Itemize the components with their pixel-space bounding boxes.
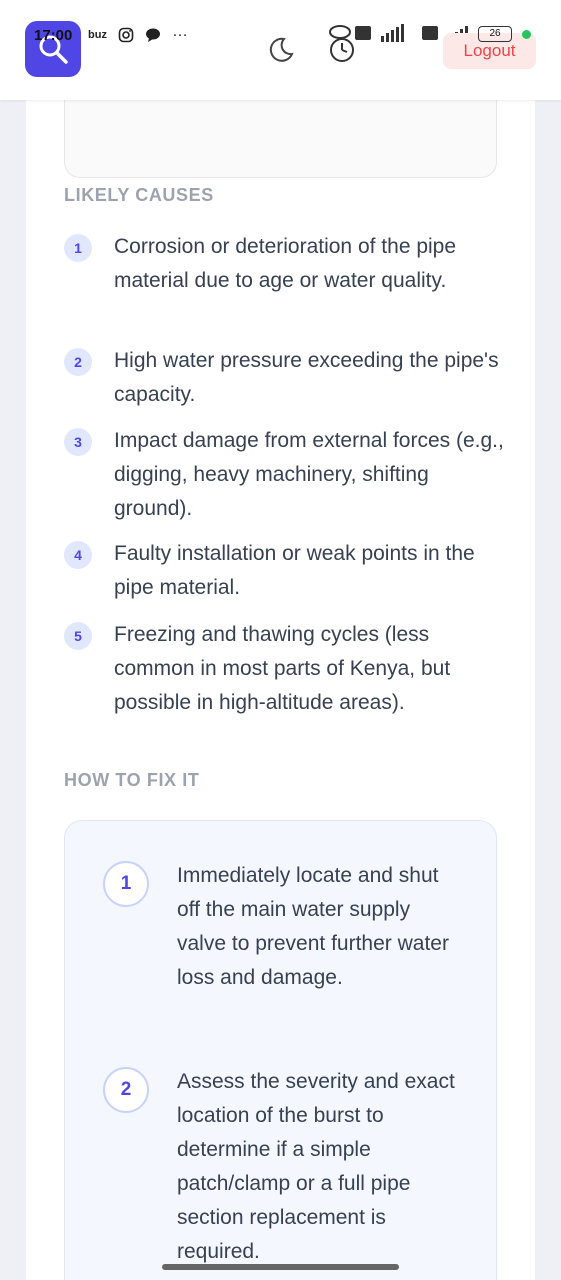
status-app-label: buz [88, 29, 107, 41]
content-card: LIKELY CAUSES 1 Corrosion or deteriorati… [26, 90, 535, 1280]
more-notifications-icon: … [172, 23, 189, 40]
cause-text: Faulty installation or weak points in th… [114, 542, 475, 599]
cause-text: Freezing and thawing cycles (less common… [114, 623, 451, 714]
step-text: Assess the severity and exact location o… [177, 1070, 455, 1263]
step-number-badge: 1 [103, 861, 149, 907]
likely-causes-title: LIKELY CAUSES [64, 185, 214, 205]
cause-text: High water pressure exceeding the pipe's… [114, 349, 499, 406]
fix-step: 1 Immediately locate and shut off the ma… [103, 859, 463, 995]
step-number-badge: 2 [103, 1067, 149, 1113]
fix-step: 2 Assess the severity and exact location… [103, 1065, 463, 1269]
cause-number-badge: 5 [64, 622, 92, 650]
alarm-icon [328, 24, 356, 69]
fix-steps-box: 1 Immediately locate and shut off the ma… [64, 820, 497, 1280]
how-to-fix-title: HOW TO FIX IT [64, 770, 200, 790]
cause-number-badge: 2 [64, 348, 92, 376]
moon-icon[interactable] [268, 36, 294, 67]
cause-item: 4 Faulty installation or weak points in … [64, 537, 504, 605]
battery-indicator: 26 [478, 26, 512, 42]
cause-item: 3 Impact damage from external forces (e.… [64, 424, 504, 526]
cause-item: 1 Corrosion or deterioration of the pipe… [64, 230, 504, 298]
privacy-indicator-dot [522, 30, 531, 39]
home-indicator[interactable] [162, 1264, 399, 1270]
cause-item: 5 Freezing and thawing cycles (less comm… [64, 618, 504, 720]
cause-text: Corrosion or deterioration of the pipe m… [114, 235, 457, 292]
cause-text: Impact damage from external forces (e.g.… [114, 429, 504, 520]
status-time: 17:00 [34, 27, 73, 44]
chat-icon [145, 27, 161, 48]
cause-number-badge: 3 [64, 428, 92, 456]
previous-section-box [64, 90, 497, 178]
cause-number-badge: 4 [64, 541, 92, 569]
instagram-icon [118, 27, 134, 48]
app-header: 17:00 buz … Logout 26 [0, 0, 561, 100]
cause-number-badge: 1 [64, 234, 92, 262]
cause-item: 2 High water pressure exceeding the pipe… [64, 344, 504, 412]
step-text: Immediately locate and shut off the main… [177, 864, 449, 989]
